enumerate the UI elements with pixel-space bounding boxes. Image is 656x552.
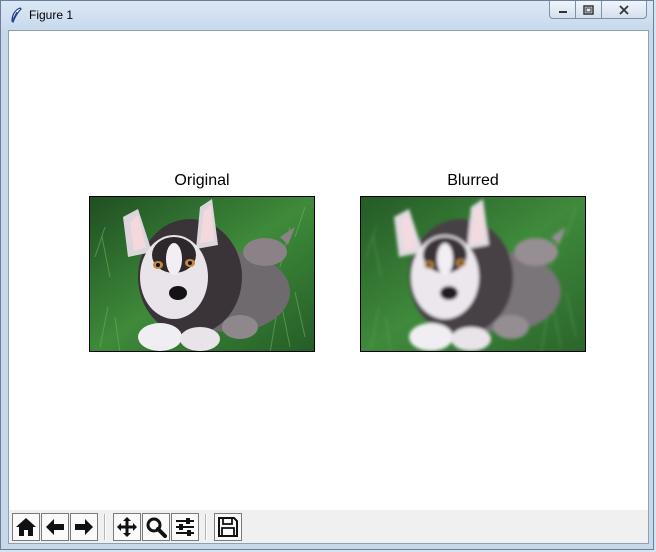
feather-icon	[11, 7, 22, 23]
maximize-button[interactable]	[576, 1, 602, 19]
window-title: Figure 1	[29, 8, 74, 22]
pan-button[interactable]	[113, 513, 141, 541]
toolbar-separator	[205, 514, 207, 540]
husky-puppy-image	[90, 197, 314, 351]
save-button[interactable]	[214, 513, 242, 541]
subplot-title-original: Original	[174, 172, 230, 189]
home-button[interactable]	[12, 513, 40, 541]
maximize-icon	[583, 4, 594, 15]
floppy-disk-icon	[218, 517, 238, 537]
close-button[interactable]	[602, 1, 647, 19]
minimize-icon	[558, 10, 567, 13]
forward-button[interactable]	[70, 513, 98, 541]
back-button[interactable]	[41, 513, 69, 541]
toolbar-separator	[104, 514, 106, 540]
minimize-button[interactable]	[549, 1, 576, 19]
configure-subplots-button[interactable]	[171, 513, 199, 541]
arrow-left-icon	[46, 519, 64, 535]
subplot-title-blurred: Blurred	[447, 172, 499, 189]
title-bar[interactable]: Figure 1	[1, 1, 653, 29]
figure-canvas[interactable]: Original Blurred	[8, 30, 649, 544]
magnifier-icon	[146, 517, 167, 538]
home-icon	[16, 518, 36, 536]
figure-window: Figure 1 Original Blurred	[0, 0, 654, 550]
subplot-original[interactable]	[89, 196, 315, 352]
sliders-icon	[176, 518, 194, 536]
subplot-blurred[interactable]	[360, 196, 586, 352]
navigation-toolbar	[9, 510, 648, 543]
move-icon	[117, 517, 137, 537]
close-icon	[619, 4, 629, 15]
zoom-button[interactable]	[142, 513, 170, 541]
husky-puppy-blurred-image	[361, 197, 585, 351]
window-controls	[549, 1, 647, 19]
arrow-right-icon	[75, 519, 93, 535]
